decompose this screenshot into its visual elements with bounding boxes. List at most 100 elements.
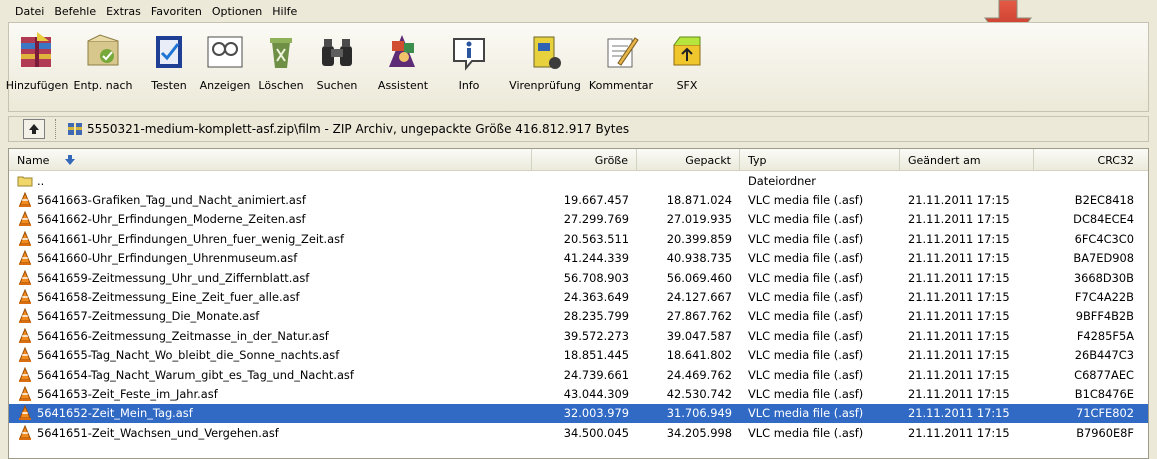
extract-to-button[interactable]: Entp. nach: [65, 31, 141, 107]
cell-crc32: BA7ED908: [1073, 251, 1134, 266]
view-button-label: Anzeigen: [199, 79, 251, 92]
cell-size: 24.739.661: [563, 367, 629, 382]
add-button[interactable]: Hinzufügen: [6, 31, 68, 107]
comment-button[interactable]: Kommentar: [583, 31, 659, 107]
column-header-modified-label: Geändert am: [908, 153, 981, 167]
column-header-crc32[interactable]: CRC32: [1034, 149, 1142, 171]
column-header-type-label: Typ: [748, 153, 767, 167]
table-row[interactable]: 5641654-Tag_Nacht_Warum_gibt_es_Tag_und_…: [9, 365, 1148, 384]
cell-type: VLC media file (.asf): [748, 231, 864, 246]
table-row[interactable]: 5641651-Zeit_Wachsen_und_Vergehen.asf 34.…: [9, 423, 1148, 442]
vlc-file-icon: [19, 405, 31, 421]
cell-modified: 21.11.2011 17:15: [908, 290, 1010, 305]
table-row[interactable]: 5641661-Uhr_Erfindungen_Uhren_fuer_wenig…: [9, 229, 1148, 248]
delete-icon: [270, 38, 292, 68]
cell-name: 5641661-Uhr_Erfindungen_Uhren_fuer_wenig…: [9, 229, 532, 248]
cell-crc32: B2EC8418: [1074, 193, 1134, 208]
sfx-icon: [673, 36, 701, 66]
cell-crc32: F7C4A22B: [1074, 290, 1134, 305]
extract-to-icon: [87, 34, 119, 66]
archive-path: 5550321-medium-komplett-asf.zip\film - Z…: [87, 122, 630, 136]
info-button[interactable]: Info: [441, 31, 497, 107]
view-button[interactable]: Anzeigen: [197, 31, 253, 107]
cell-type: VLC media file (.asf): [748, 212, 864, 227]
find-button[interactable]: Suchen: [309, 31, 365, 107]
table-row[interactable]: 5641655-Tag_Nacht_Wo_bleibt_die_Sonne_na…: [9, 346, 1148, 365]
table-row[interactable]: 5641659-Zeitmessung_Uhr_und_Ziffernblatt…: [9, 268, 1148, 287]
cell-crc32: B7960E8F: [1076, 425, 1134, 440]
cell-size: 32.003.979: [563, 406, 629, 421]
virus-scan-button[interactable]: Virenprüfung: [507, 31, 583, 107]
column-header-packed[interactable]: Gepackt: [637, 149, 740, 171]
cell-crc32: F4285F5A: [1076, 328, 1134, 343]
vlc-file-icon: [19, 366, 31, 382]
menu-datei[interactable]: Datei: [10, 5, 49, 18]
delete-button-label: Löschen: [258, 79, 304, 92]
find-button-label: Suchen: [316, 79, 358, 92]
cell-crc32: 9BFF4B2B: [1075, 309, 1134, 324]
table-row[interactable]: 5641653-Zeit_Feste_im_Jahr.asf 43.044.309…: [9, 384, 1148, 403]
cell-modified: 21.11.2011 17:15: [908, 270, 1010, 285]
cell-crc32: 26B447C3: [1074, 348, 1134, 363]
cell-name: 5641654-Tag_Nacht_Warum_gibt_es_Tag_und_…: [9, 365, 532, 384]
file-name: 5641652-Zeit_Mein_Tag.asf: [37, 406, 193, 421]
menu-optionen[interactable]: Optionen: [207, 5, 267, 18]
column-header-type[interactable]: Typ: [740, 149, 900, 171]
cell-name: ..: [9, 171, 532, 190]
cell-type: VLC media file (.asf): [748, 290, 864, 305]
table-row[interactable]: 5641657-Zeitmessung_Die_Monate.asf 28.235…: [9, 307, 1148, 326]
table-row[interactable]: 5641652-Zeit_Mein_Tag.asf 32.003.979 31.70…: [9, 403, 1148, 424]
cell-packed: 39.047.587: [666, 328, 732, 343]
table-row[interactable]: .. Dateiordner: [9, 171, 1148, 190]
up-folder-button[interactable]: [23, 119, 45, 139]
table-row[interactable]: 5641656-Zeitmessung_Zeitmasse_in_der_Nat…: [9, 326, 1148, 345]
file-list: Name Größe Gepackt Typ Geändert am CRC32…: [8, 148, 1149, 459]
cell-type: VLC media file (.asf): [748, 328, 864, 343]
table-row[interactable]: 5641660-Uhr_Erfindungen_Uhrenmuseum.asf 4…: [9, 249, 1148, 268]
file-name: 5641654-Tag_Nacht_Warum_gibt_es_Tag_und_…: [37, 367, 354, 382]
menu-hilfe[interactable]: Hilfe: [267, 5, 302, 18]
wizard-button[interactable]: Assistent: [365, 31, 441, 107]
cell-packed: 56.069.460: [666, 270, 732, 285]
sfx-button-label: SFX: [676, 79, 698, 92]
cell-name: 5641657-Zeitmessung_Die_Monate.asf: [9, 307, 532, 326]
cell-packed: 20.399.859: [666, 231, 732, 246]
sort-down-icon: [65, 155, 76, 165]
cell-modified: 21.11.2011 17:15: [908, 386, 1010, 401]
table-row[interactable]: 5641658-Zeitmessung_Eine_Zeit_fuer_alle.…: [9, 287, 1148, 306]
test-button-label: Testen: [151, 79, 187, 92]
comment-button-label: Kommentar: [588, 79, 654, 92]
sfx-button[interactable]: SFX: [659, 31, 715, 107]
cell-type: VLC media file (.asf): [748, 386, 864, 401]
vlc-file-icon: [19, 230, 31, 246]
vlc-file-icon: [19, 269, 31, 285]
cell-type: VLC media file (.asf): [748, 309, 864, 324]
cell-packed: 31.706.949: [666, 406, 732, 421]
extract-to-button-label: Entp. nach: [73, 79, 133, 92]
vlc-file-icon: [19, 211, 31, 227]
test-button[interactable]: Testen: [141, 31, 197, 107]
cell-size: 19.667.457: [563, 193, 629, 208]
table-row[interactable]: 5641662-Uhr_Erfindungen_Moderne_Zeiten.a…: [9, 210, 1148, 229]
cell-crc32: DC84ECE4: [1073, 212, 1134, 227]
cell-size: 34.500.045: [563, 425, 629, 440]
cell-name: 5641660-Uhr_Erfindungen_Uhrenmuseum.asf: [9, 249, 532, 268]
column-header-size[interactable]: Größe: [532, 149, 637, 171]
vlc-file-icon: [19, 308, 31, 324]
file-list-rows: .. Dateiordner 5641663-Grafiken_Tag_und_Na…: [9, 171, 1148, 442]
file-name: 5641657-Zeitmessung_Die_Monate.asf: [37, 309, 260, 324]
menu-extras[interactable]: Extras: [101, 5, 146, 18]
menu-befehle[interactable]: Befehle: [49, 5, 101, 18]
cell-packed: 18.641.802: [666, 348, 732, 363]
table-row[interactable]: 5641663-Grafiken_Tag_und_Nacht_animiert.…: [9, 190, 1148, 209]
cell-size: 28.235.799: [563, 309, 629, 324]
cell-type: VLC media file (.asf): [748, 193, 864, 208]
menu-favoriten[interactable]: Favoriten: [146, 5, 207, 18]
cell-size: 43.044.309: [563, 386, 629, 401]
cell-crc32: 6FC4C3C0: [1074, 231, 1134, 246]
column-header-name[interactable]: Name: [9, 149, 532, 171]
file-name: 5641658-Zeitmessung_Eine_Zeit_fuer_alle.…: [37, 290, 300, 305]
column-header-modified[interactable]: Geändert am: [900, 149, 1034, 171]
delete-button[interactable]: Löschen: [253, 31, 309, 107]
cell-modified: 21.11.2011 17:15: [908, 212, 1010, 227]
